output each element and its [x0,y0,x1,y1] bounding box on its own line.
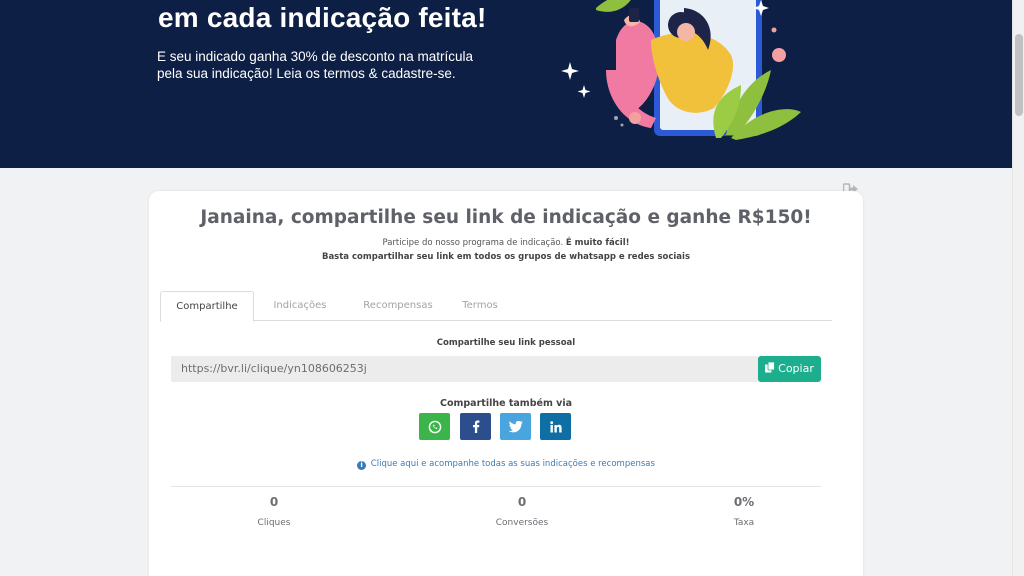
description-line-2-text: Basta compartilhar seu link em todos os … [321,252,691,262]
card-description-line-2: Basta compartilhar seu link em todos os … [149,250,863,264]
referral-link-field[interactable]: https://bvr.li/clique/yn108606253j [171,356,759,382]
facebook-share-button[interactable] [460,413,491,440]
tab-termos[interactable]: Termos [454,291,506,321]
info-icon: i [357,461,367,470]
linkedin-icon [549,420,562,432]
card-description: Participe do nosso programa de indicação… [149,236,863,264]
stat-taxa: 0% Taxa [684,495,804,528]
track-referrals-link-label: Clique aqui e acompanhe todas as suas in… [370,459,655,469]
facebook-icon [472,420,479,433]
tab-compartilhe[interactable]: Compartilhe [160,291,254,322]
stat-value: 0% [733,495,755,509]
hero-subtitle-line-1: E seu indicado ganha 30% de desconto na … [157,49,473,64]
page-scrollbar[interactable] [1012,0,1024,576]
card-description-line-1: Participe do nosso programa de indicação… [149,236,863,250]
copy-button[interactable]: Copiar [758,356,821,382]
share-also-label: Compartilhe também via [439,398,573,409]
twitter-icon [508,420,523,432]
hero-banner: em cada indicação feita! E seu indicado … [0,0,1012,168]
hero-illustration [561,0,801,140]
track-referrals-link[interactable]: i Clique aqui e acompanhe todas as suas … [149,459,863,470]
hero-subtitle: E seu indicado ganha 30% de desconto na … [157,48,487,82]
stat-label: Taxa [733,518,755,528]
description-text: Participe do nosso programa de indicação… [382,238,564,248]
stat-conversoes: 0 Conversões [462,495,582,528]
whatsapp-icon [428,420,441,433]
linkedin-share-button[interactable] [540,413,571,440]
stat-label: Conversões [495,518,549,528]
card-title: Janaina, compartilhe seu link de indicaç… [200,207,812,228]
stat-label: Cliques [257,518,291,528]
whatsapp-share-button[interactable] [419,413,450,440]
tab-recompensas[interactable]: Recompensas [352,291,444,321]
copy-button-label: Copiar [778,362,814,375]
tabs-bar: Compartilhe Indicações Recompensas Termo… [160,291,832,322]
referral-card: Janaina, compartilhe seu link de indicaç… [149,191,863,576]
stat-value: 0 [517,495,527,509]
stat-value: 0 [269,495,279,509]
twitter-share-button[interactable] [500,413,531,440]
hero-headline: em cada indicação feita! [158,2,487,33]
tab-indicacoes[interactable]: Indicações [261,291,339,321]
share-link-label: Compartilhe seu link pessoal [436,338,576,348]
scrollbar-thumb[interactable] [1015,34,1023,116]
stats-divider [171,486,821,487]
description-emphasis: É muito fácil! [565,238,630,248]
hero-subtitle-line-2: pela sua indicação! Leia os termos & cad… [157,66,456,81]
stat-cliques: 0 Cliques [214,495,334,528]
copy-icon [765,362,776,373]
